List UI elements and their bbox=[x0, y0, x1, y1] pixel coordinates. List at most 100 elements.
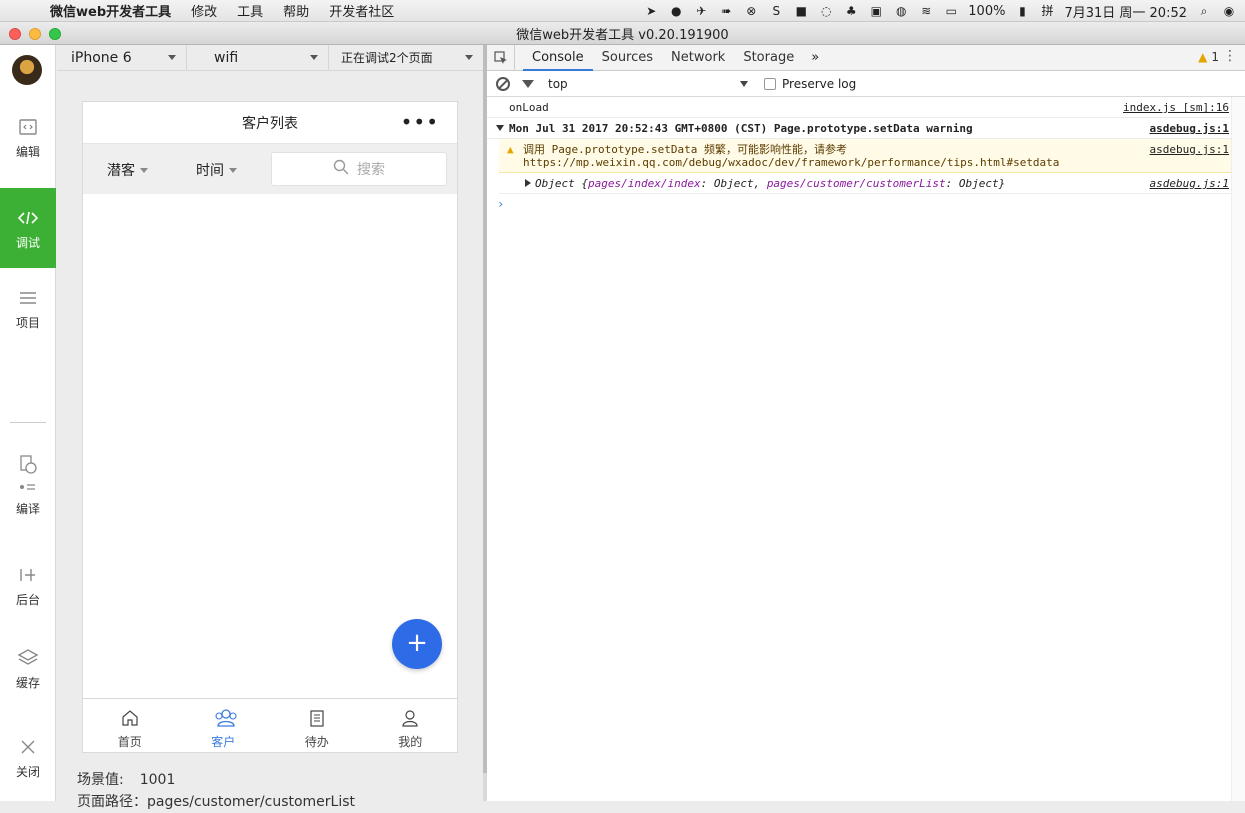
filter-time-dropdown[interactable]: 时间 bbox=[196, 160, 237, 180]
preserve-log-label: Preserve log bbox=[782, 76, 857, 91]
filter-bar: 潜客 时间 搜索 bbox=[83, 144, 457, 194]
sidebar-item-compile[interactable]: 编译 bbox=[0, 450, 56, 530]
tab-home[interactable]: 首页 bbox=[83, 699, 177, 752]
tab-label: 客户 bbox=[211, 735, 236, 749]
menubar-clock[interactable]: 7月31日 周一 20:52 bbox=[1064, 2, 1187, 21]
sidebar-item-label: 项目 bbox=[15, 316, 40, 330]
network-select[interactable]: wifi bbox=[187, 44, 329, 71]
scene-value-label: 场景值: bbox=[77, 772, 124, 788]
search-input[interactable]: 搜索 bbox=[271, 152, 447, 186]
sidebar-item-label: 编译 bbox=[15, 502, 40, 516]
console-scrollbar[interactable] bbox=[1231, 97, 1245, 801]
airplane-icon[interactable]: ✈ bbox=[693, 4, 709, 18]
menu-community[interactable]: 开发者社区 bbox=[319, 1, 404, 20]
caret-down-icon bbox=[229, 167, 237, 173]
warning-icon: ▲ bbox=[507, 143, 514, 156]
add-customer-button[interactable]: + bbox=[392, 619, 442, 669]
tab-customers[interactable]: 客户 bbox=[177, 699, 271, 752]
avatar[interactable] bbox=[12, 55, 42, 85]
sidebar-item-label: 调试 bbox=[15, 236, 40, 250]
clipboard-app-icon[interactable]: ▣ bbox=[868, 4, 884, 18]
sidebar-item-close[interactable]: 关闭 bbox=[0, 735, 56, 795]
inspect-element-icon[interactable] bbox=[487, 44, 515, 71]
console-group-header[interactable]: Mon Jul 31 2017 20:52:43 GMT+0800 (CST) … bbox=[487, 118, 1245, 139]
send-icon[interactable]: ➤ bbox=[643, 4, 659, 18]
sidebar-item-cache[interactable]: 缓存 bbox=[0, 648, 56, 708]
airplay-icon[interactable]: ▭ bbox=[943, 4, 959, 18]
input-method-icon[interactable]: 拼 bbox=[1039, 4, 1055, 18]
source-link[interactable]: asdebug.js:1 bbox=[1150, 143, 1229, 156]
qq-icon[interactable]: ● bbox=[668, 4, 684, 18]
tab-label: 待办 bbox=[304, 735, 329, 749]
warning-count: 1 bbox=[1211, 50, 1219, 64]
tab-storage[interactable]: Storage bbox=[734, 45, 803, 71]
console-object[interactable]: Object {pages/index/index: Object, pages… bbox=[499, 173, 1245, 194]
more-tabs-button[interactable]: » bbox=[803, 50, 827, 65]
object-value: : Object, bbox=[700, 177, 767, 190]
menu-help[interactable]: 帮助 bbox=[273, 1, 319, 20]
checkbox-box[interactable] bbox=[764, 77, 776, 90]
sidebar-item-label: 缓存 bbox=[15, 676, 40, 690]
tab-console[interactable]: Console bbox=[523, 45, 593, 71]
spotlight-search-icon[interactable]: ⌕ bbox=[1196, 4, 1212, 18]
window-title: 微信web开发者工具 v0.20.191900 bbox=[516, 28, 729, 43]
minimize-window-button[interactable] bbox=[29, 28, 41, 40]
menubar-status-area: ➤ ● ✈ ➠ ⊗ S ■ ◌ ♣ ▣ ◍ ≋ ▭ 100% ▮ 拼 7月31日… bbox=[643, 0, 1237, 22]
source-link[interactable]: asdebug.js:1 bbox=[1150, 177, 1229, 190]
scene-value: 1001 bbox=[139, 772, 176, 788]
filter-icon[interactable] bbox=[522, 79, 534, 88]
sidebar-item-edit[interactable]: 编辑 bbox=[0, 107, 56, 167]
source-link[interactable]: asdebug.js:1 bbox=[1150, 122, 1229, 135]
chat-bubble-icon[interactable]: ◌ bbox=[818, 4, 834, 18]
zoom-window-button[interactable] bbox=[49, 28, 61, 40]
more-menu-button[interactable]: ••• bbox=[401, 112, 439, 132]
console-warning: ▲ 调用 Page.prototype.setData 频繁，可能影响性能，请参… bbox=[499, 139, 1245, 173]
sidebar-item-background[interactable]: 后台 bbox=[0, 565, 56, 625]
source-link[interactable]: index.js [sm]:16 bbox=[1123, 101, 1229, 114]
devtools-panel: Console Sources Network Storage » ▲ 1 ⋮ … bbox=[487, 44, 1245, 801]
caret-down-icon bbox=[140, 167, 148, 173]
menu-tools[interactable]: 工具 bbox=[227, 1, 273, 20]
battery-icon[interactable]: ▮ bbox=[1014, 4, 1030, 18]
warning-counter[interactable]: ▲ 1 bbox=[1198, 50, 1219, 64]
debug-pages-select[interactable]: 正在调试2个页面 bbox=[329, 45, 483, 71]
app-menu[interactable]: 微信web开发者工具 bbox=[36, 1, 181, 20]
console-output: onLoad index.js [sm]:16 Mon Jul 31 2017 … bbox=[487, 97, 1245, 214]
filter-prospect-dropdown[interactable]: 潜客 bbox=[107, 160, 148, 180]
warning-icon: ▲ bbox=[1198, 50, 1208, 64]
code-file-icon bbox=[18, 117, 38, 137]
filter-label: 时间 bbox=[196, 163, 224, 179]
device-select[interactable]: iPhone 6 bbox=[57, 44, 187, 71]
s-app-icon[interactable]: S bbox=[768, 4, 784, 18]
sidebar-item-project[interactable]: 项目 bbox=[0, 280, 56, 340]
close-window-button[interactable] bbox=[9, 28, 21, 40]
tab-mine[interactable]: 我的 bbox=[364, 699, 458, 752]
context-select[interactable]: top bbox=[548, 77, 748, 91]
expand-triangle-icon[interactable] bbox=[496, 125, 504, 131]
page-path: 页面路径：pages/customer/customerList bbox=[77, 794, 356, 810]
siri-icon[interactable]: ◉ bbox=[1221, 4, 1237, 18]
wechat-icon[interactable]: ◍ bbox=[893, 4, 909, 18]
vpn-icon[interactable]: ⊗ bbox=[743, 4, 759, 18]
tab-todo[interactable]: 待办 bbox=[270, 699, 364, 752]
menu-edit[interactable]: 修改 bbox=[181, 1, 227, 20]
preserve-log-checkbox[interactable]: Preserve log bbox=[764, 77, 856, 91]
warning-url[interactable]: https://mp.weixin.qq.com/debug/wxadoc/de… bbox=[523, 156, 1115, 169]
note-app-icon[interactable]: ■ bbox=[793, 4, 809, 18]
expand-triangle-icon[interactable] bbox=[525, 179, 531, 187]
scene-value-row: 场景值: 1001 bbox=[77, 769, 355, 791]
wifi-icon[interactable]: ≋ bbox=[918, 4, 934, 18]
clear-console-icon[interactable] bbox=[496, 76, 510, 91]
console-prompt[interactable]: › bbox=[487, 194, 1245, 214]
kebab-menu-icon[interactable]: ⋮ bbox=[1223, 48, 1237, 64]
shortcut-icon[interactable]: ➠ bbox=[718, 4, 734, 18]
tab-network[interactable]: Network bbox=[662, 45, 734, 71]
code-brackets-icon bbox=[17, 208, 39, 228]
tab-sources[interactable]: Sources bbox=[593, 45, 662, 71]
evernote-icon[interactable]: ♣ bbox=[843, 4, 859, 18]
simulator-info: 场景值: 1001 页面路径：pages/customer/customerLis… bbox=[77, 769, 355, 813]
background-icon bbox=[18, 565, 38, 585]
sidebar-item-debug[interactable]: 调试 bbox=[0, 188, 56, 268]
left-sidebar: 编辑 调试 项目 编译 后台 缓存 关闭 bbox=[0, 45, 56, 801]
window-controls bbox=[9, 28, 61, 40]
